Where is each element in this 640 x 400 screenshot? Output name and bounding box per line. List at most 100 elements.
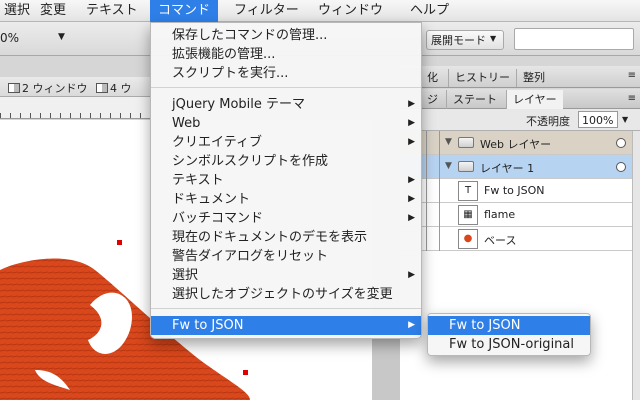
panel-group-top: 化 ヒストリー 整列 ≡ xyxy=(400,66,640,88)
text-object-icon: T xyxy=(458,181,478,201)
menu-item-label: 選択 xyxy=(172,268,199,283)
layer-row[interactable]: ▼ Web レイヤー xyxy=(400,131,632,155)
search-input[interactable] xyxy=(514,28,634,50)
menu-item-label: 拡張機能の管理... xyxy=(172,47,276,62)
menu-item-manage-saved-commands[interactable]: 保存したコマンドの管理... xyxy=(151,26,421,45)
visibility-column[interactable] xyxy=(426,131,440,155)
menu-modify[interactable]: 変更 xyxy=(32,0,74,22)
menu-item-manage-extensions[interactable]: 拡張機能の管理... xyxy=(151,45,421,64)
opacity-input[interactable]: 100% xyxy=(578,111,618,128)
layer-row[interactable]: ▼ レイヤー 1 xyxy=(400,155,632,179)
menu-item-label: テキスト xyxy=(172,173,224,188)
panel-group-layers: ジ ステート レイヤー ≡ xyxy=(400,89,640,109)
panel-options-icon[interactable]: ≡ xyxy=(628,93,636,104)
menu-item-run-script[interactable]: スクリプトを実行... xyxy=(151,64,421,83)
menu-item-label: 警告ダイアログをリセット xyxy=(172,249,329,264)
zoom-value[interactable]: 0% xyxy=(0,31,19,45)
opacity-dropdown-icon[interactable]: ▼ xyxy=(622,115,628,124)
submenu-arrow-icon: ▶ xyxy=(408,213,415,223)
menu-item-label: クリエイティブ xyxy=(172,135,262,150)
visibility-column[interactable] xyxy=(426,227,440,251)
layer-row[interactable]: ▦ flame xyxy=(400,203,632,227)
fw-to-json-submenu: Fw to JSON Fw to JSON-original xyxy=(427,313,591,356)
layers-scrollbar[interactable] xyxy=(632,131,640,400)
menu-item-batch-commands[interactable]: バッチコマンド ▶ xyxy=(151,209,421,228)
menu-commands[interactable]: コマンド xyxy=(150,0,219,22)
folder-icon xyxy=(458,161,474,172)
tab-states[interactable]: ステート xyxy=(446,90,503,109)
selection-handle[interactable] xyxy=(243,370,248,375)
menu-text[interactable]: テキスト xyxy=(78,0,146,22)
visibility-column[interactable] xyxy=(426,179,440,203)
visibility-column[interactable] xyxy=(426,203,440,227)
menu-item-text[interactable]: テキスト ▶ xyxy=(151,171,421,190)
two-window-label: 2 ウィンドウ xyxy=(22,82,88,95)
menu-separator xyxy=(151,87,421,88)
opacity-label: 不透明度 xyxy=(526,115,570,128)
layers-list: ▼ Web レイヤー ▼ レイヤー 1 T Fw to JSON ▦ flame… xyxy=(400,131,632,400)
menu-item-show-demo[interactable]: 現在のドキュメントのデモを表示 xyxy=(151,228,421,247)
menu-item-create-symbol-script[interactable]: シンボルスクリプトを作成 xyxy=(151,152,421,171)
window-layout-bar: 2 ウィンドウ 4 ウ xyxy=(0,77,150,97)
menu-item-jquery-mobile-theme[interactable]: jQuery Mobile テーマ ▶ xyxy=(151,95,421,114)
submenu-item-fw-to-json[interactable]: Fw to JSON xyxy=(428,316,590,335)
tab-partial-1[interactable]: 化 xyxy=(420,69,444,87)
layer-target-icon[interactable] xyxy=(616,138,626,148)
menu-item-label: 選択したオブジェクトのサイズを変更 xyxy=(172,287,393,302)
layer-row[interactable]: ● ベース xyxy=(400,227,632,251)
expand-triangle-icon[interactable]: ▼ xyxy=(445,161,452,171)
menu-item-selection[interactable]: 選択 ▶ xyxy=(151,266,421,285)
submenu-arrow-icon: ▶ xyxy=(408,118,415,128)
bitmap-object-icon: ▦ xyxy=(458,205,478,225)
submenu-arrow-icon: ▶ xyxy=(408,137,415,147)
mode-dropdown-icon[interactable]: ▼ xyxy=(490,34,496,43)
four-window-label: 4 ウ xyxy=(110,82,132,95)
tab-pages[interactable]: ジ xyxy=(420,90,444,109)
submenu-arrow-icon: ▶ xyxy=(408,175,415,185)
menu-window[interactable]: ウィンドウ xyxy=(310,0,391,22)
submenu-item-fw-to-json-original[interactable]: Fw to JSON-original xyxy=(428,335,590,354)
layer-name: レイヤー 1 xyxy=(480,162,535,175)
four-window-button[interactable]: 4 ウ xyxy=(96,80,132,96)
panel-options-icon[interactable]: ≡ xyxy=(628,70,636,81)
two-window-button[interactable]: 2 ウィンドウ xyxy=(8,80,88,96)
layer-name: Web レイヤー xyxy=(480,138,552,151)
selection-handle[interactable] xyxy=(117,240,122,245)
window-split-icon xyxy=(96,83,108,93)
expand-triangle-icon[interactable]: ▼ xyxy=(445,137,452,147)
tab-history[interactable]: ヒストリー xyxy=(448,69,516,87)
menu-item-fw-to-json[interactable]: Fw to JSON ▶ xyxy=(151,316,421,335)
layer-name: flame xyxy=(484,208,516,221)
submenu-arrow-icon: ▶ xyxy=(408,194,415,204)
shape-object-icon: ● xyxy=(458,229,478,249)
submenu-arrow-icon: ▶ xyxy=(408,99,415,109)
menu-item-label: jQuery Mobile テーマ xyxy=(172,97,306,112)
menu-item-web[interactable]: Web ▶ xyxy=(151,114,421,133)
menu-help[interactable]: ヘルプ xyxy=(402,0,457,22)
menu-item-label: 保存したコマンドの管理... xyxy=(172,28,328,43)
folder-icon xyxy=(458,137,474,148)
opacity-row: 不透明度 100% ▼ xyxy=(400,109,640,131)
zoom-dropdown-icon[interactable]: ▼ xyxy=(58,32,65,42)
submenu-arrow-icon: ▶ xyxy=(408,270,415,280)
horizontal-ruler xyxy=(0,97,150,119)
menu-item-label: 現在のドキュメントのデモを表示 xyxy=(172,230,368,245)
submenu-arrow-icon: ▶ xyxy=(408,320,415,330)
menu-item-document[interactable]: ドキュメント ▶ xyxy=(151,190,421,209)
menu-bar: 選択 変更 テキスト コマンド フィルター ウィンドウ ヘルプ xyxy=(0,0,640,22)
tab-layers[interactable]: レイヤー xyxy=(506,90,563,109)
menu-item-label: バッチコマンド xyxy=(172,211,264,226)
menu-filters[interactable]: フィルター xyxy=(226,0,307,22)
layer-target-icon[interactable] xyxy=(616,162,626,172)
layer-name: Fw to JSON xyxy=(484,184,545,197)
menu-item-label: スクリプトを実行... xyxy=(172,66,289,81)
visibility-column[interactable] xyxy=(426,155,440,179)
menu-item-resize-selected[interactable]: 選択したオブジェクトのサイズを変更 xyxy=(151,285,421,304)
layer-row[interactable]: T Fw to JSON xyxy=(400,179,632,203)
menu-item-reset-warnings[interactable]: 警告ダイアログをリセット xyxy=(151,247,421,266)
window-split-icon xyxy=(8,83,20,93)
menu-item-label: Web xyxy=(172,116,201,131)
menu-item-creative[interactable]: クリエイティブ ▶ xyxy=(151,133,421,152)
menu-separator xyxy=(151,308,421,309)
tab-align[interactable]: 整列 xyxy=(516,69,551,87)
